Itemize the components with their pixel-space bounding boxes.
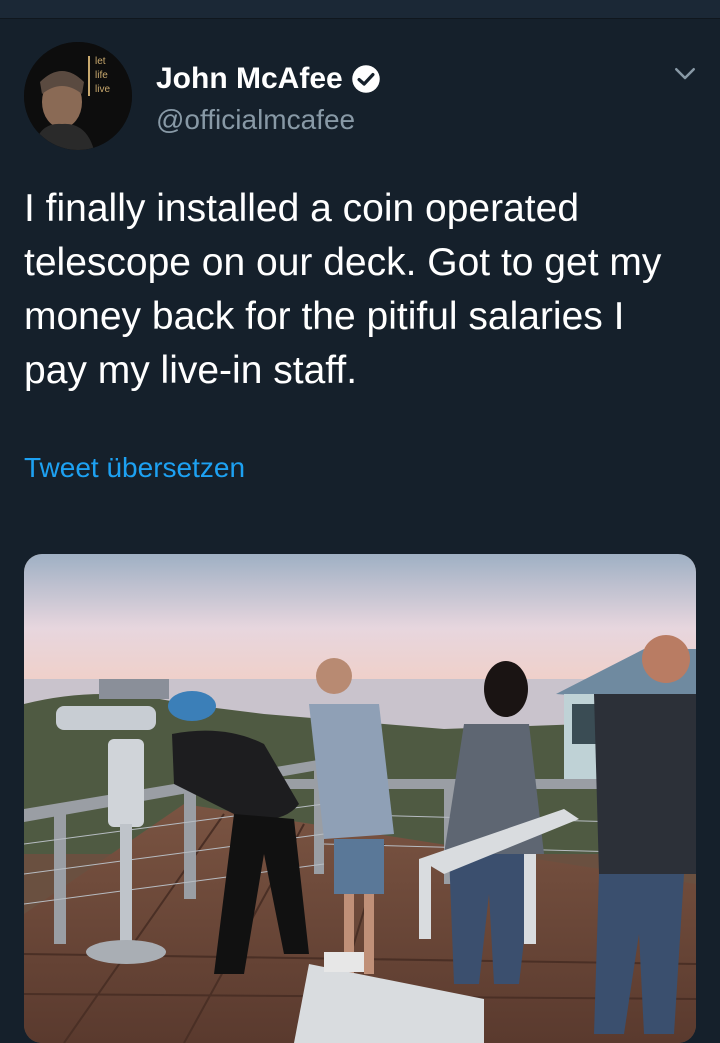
avatar-caption-2: life [95,70,108,81]
avatar-caption-3: live [95,84,110,95]
avatar[interactable]: let life live [24,42,132,150]
tweet-photo[interactable] [24,554,696,1043]
avatar-caption-1: let [95,56,106,67]
verified-badge-icon [351,65,380,93]
author-handle[interactable]: @officialmcafee [156,104,355,136]
top-bar [0,0,720,19]
author-name-row: John McAfee [156,62,381,96]
author-name[interactable]: John McAfee [156,62,343,96]
author-block[interactable]: John McAfee [156,62,381,96]
tweet-text: I finally installed a coin operated tele… [24,187,662,392]
translate-tweet-link[interactable]: Tweet übersetzen [24,452,245,484]
chevron-down-icon[interactable] [670,58,700,88]
